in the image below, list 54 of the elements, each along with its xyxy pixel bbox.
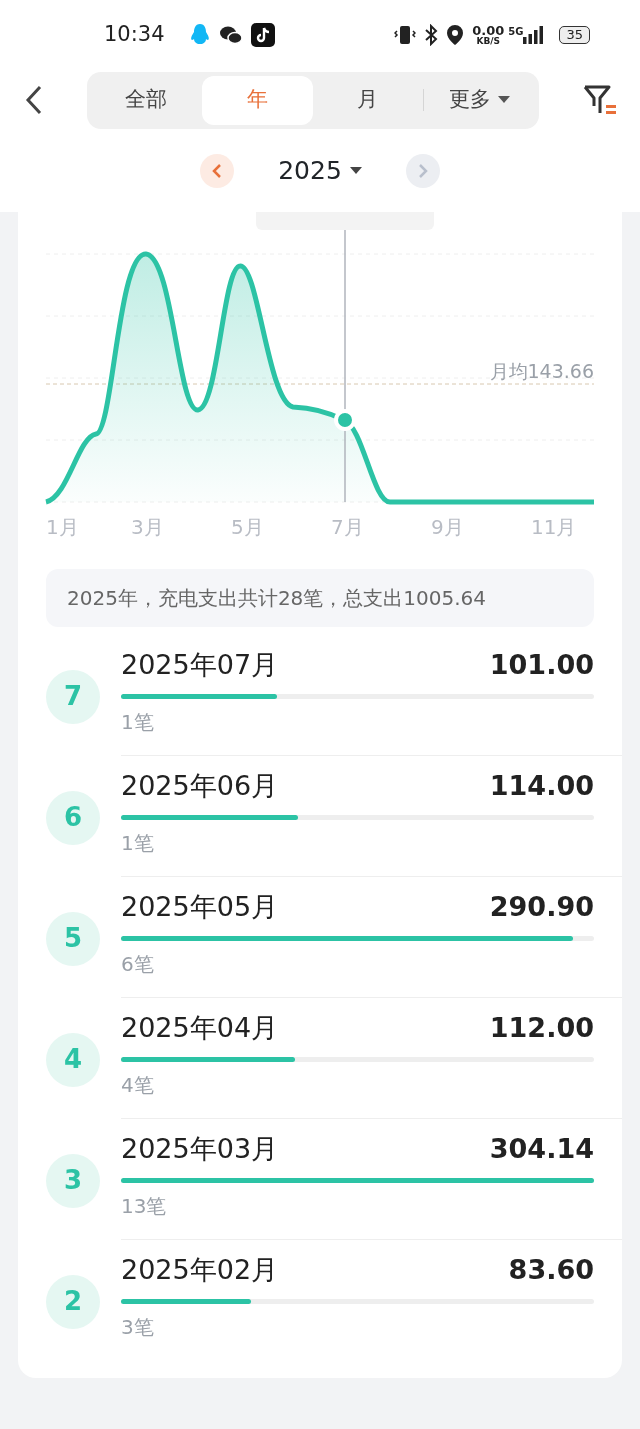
chevron-right-icon xyxy=(417,163,428,179)
month-label[interactable]: 2025年07月 xyxy=(121,645,279,686)
rank-badge: 7 xyxy=(46,669,100,724)
data-point xyxy=(334,409,356,431)
rank-badge: 2 xyxy=(46,1274,100,1329)
month-label[interactable]: 2025年05月 xyxy=(121,887,279,928)
location-pin-icon xyxy=(446,24,465,46)
rank-badge: 3 xyxy=(46,1153,100,1208)
amount-value: 114.00 xyxy=(489,769,594,803)
signal-icon xyxy=(523,26,544,44)
axis-label: 7月 xyxy=(331,514,364,541)
chat-bubbles-icon[interactable] xyxy=(218,25,243,45)
amount-value: 290.90 xyxy=(489,890,594,924)
amount-value: 83.60 xyxy=(508,1253,594,1287)
network-type: 5G xyxy=(508,25,524,39)
clock-time: 10:34 xyxy=(104,21,165,49)
rank-badge: 5 xyxy=(46,911,100,966)
axis-label: 11月 xyxy=(531,514,577,541)
rank-badge: 6 xyxy=(46,790,100,845)
caret-icon xyxy=(497,96,510,105)
summary-text: 2025年，充电支出共计28笔，总支出1005.64 xyxy=(67,585,487,612)
amount-value: 112.00 xyxy=(489,1011,594,1045)
axis-label: 5月 xyxy=(231,514,264,541)
month-label[interactable]: 2025年02月 xyxy=(121,1250,279,1291)
count-label: 1笔 xyxy=(121,708,155,736)
month-label[interactable]: 2025年06月 xyxy=(121,766,279,807)
count-label: 4笔 xyxy=(121,1071,155,1099)
period-tab[interactable]: 更多 xyxy=(424,75,535,125)
net-speed: 0.00 xyxy=(472,24,505,37)
axis-label: 9月 xyxy=(431,514,464,541)
chevron-left-icon xyxy=(212,163,223,179)
count-label: 6笔 xyxy=(121,950,155,978)
vibrate-icon xyxy=(394,24,417,46)
caret-icon xyxy=(349,167,362,175)
axis-label: 3月 xyxy=(131,514,164,541)
count-label: 13笔 xyxy=(121,1192,168,1220)
count-label: 3笔 xyxy=(121,1313,155,1341)
count-label: 1笔 xyxy=(121,829,155,857)
net-unit: KB/S xyxy=(476,37,501,46)
axis-label: 1月 xyxy=(46,514,79,541)
period-tab[interactable]: 全部 xyxy=(91,75,202,125)
amount-value: 304.14 xyxy=(489,1132,594,1166)
rank-badge: 4 xyxy=(46,1032,100,1087)
year-dropdown[interactable]: 2025 xyxy=(278,152,362,190)
period-tab[interactable]: 月 xyxy=(312,75,424,125)
month-label[interactable]: 2025年04月 xyxy=(121,1008,279,1049)
year-prev-button[interactable] xyxy=(200,154,235,188)
month-label[interactable]: 2025年03月 xyxy=(121,1129,279,1170)
bluetooth-icon xyxy=(424,24,439,46)
battery-indicator: 35 xyxy=(559,26,590,44)
music-note-icon[interactable] xyxy=(250,23,275,47)
average-label: 月均143.66 xyxy=(489,359,594,384)
amount-value: 101.00 xyxy=(489,648,594,682)
filter-icon[interactable] xyxy=(582,84,618,116)
